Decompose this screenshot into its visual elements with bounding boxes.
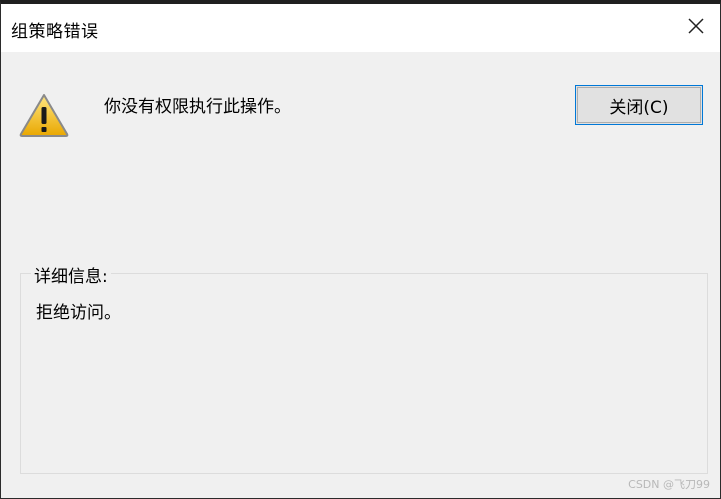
- close-button-label: 关闭(C): [577, 87, 701, 123]
- watermark: CSDN @飞刀99: [628, 478, 710, 491]
- window-title: 组策略错误: [11, 22, 99, 42]
- close-button[interactable]: 关闭(C): [575, 85, 703, 125]
- title-bar: 组策略错误: [1, 4, 720, 52]
- details-label: 详细信息:: [31, 262, 111, 287]
- dialog-window: 组策略错误 你没有权限执行此操作。 关闭(C) 详细信息: 拒绝访问。 CSDN…: [0, 0, 721, 499]
- details-text: 拒绝访问。: [36, 303, 121, 323]
- error-message: 你没有权限执行此操作。: [104, 97, 291, 117]
- details-group: 详细信息: 拒绝访问。: [20, 262, 708, 474]
- dialog-content: 你没有权限执行此操作。 关闭(C) 详细信息: 拒绝访问。 CSDN @飞刀99: [1, 52, 720, 498]
- close-icon[interactable]: [684, 14, 708, 38]
- warning-icon: [18, 92, 70, 138]
